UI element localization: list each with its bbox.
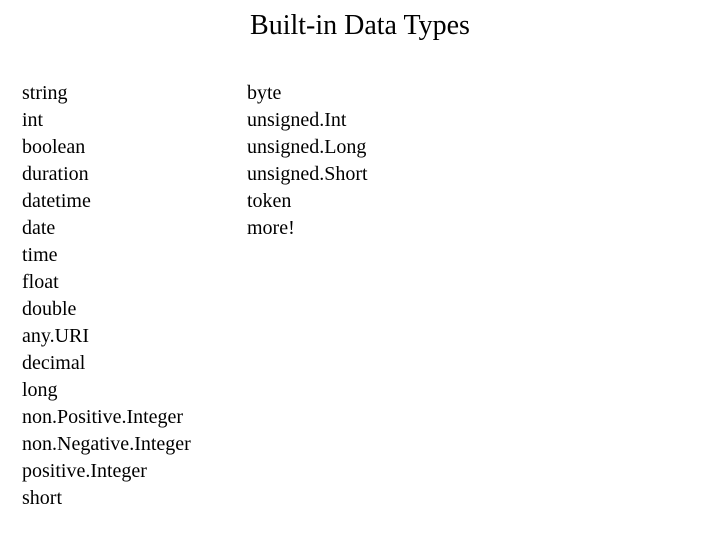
list-item: token [247,188,497,215]
list-item: non.Negative.Integer [22,431,247,458]
list-item: duration [22,161,247,188]
list-item: unsigned.Int [247,107,497,134]
type-columns: string int boolean duration datetime dat… [0,80,720,512]
list-item: any.URI [22,323,247,350]
list-item: more! [247,215,497,242]
list-item: double [22,296,247,323]
column-right: byte unsigned.Int unsigned.Long unsigned… [247,80,497,512]
list-item: unsigned.Long [247,134,497,161]
list-item: long [22,377,247,404]
list-item: boolean [22,134,247,161]
column-left: string int boolean duration datetime dat… [22,80,247,512]
page-title: Built-in Data Types [0,10,720,42]
list-item: time [22,242,247,269]
list-item: unsigned.Short [247,161,497,188]
list-item: float [22,269,247,296]
list-item: datetime [22,188,247,215]
list-item: date [22,215,247,242]
list-item: byte [247,80,497,107]
list-item: short [22,485,247,512]
list-item: positive.Integer [22,458,247,485]
list-item: int [22,107,247,134]
list-item: non.Positive.Integer [22,404,247,431]
list-item: string [22,80,247,107]
list-item: decimal [22,350,247,377]
